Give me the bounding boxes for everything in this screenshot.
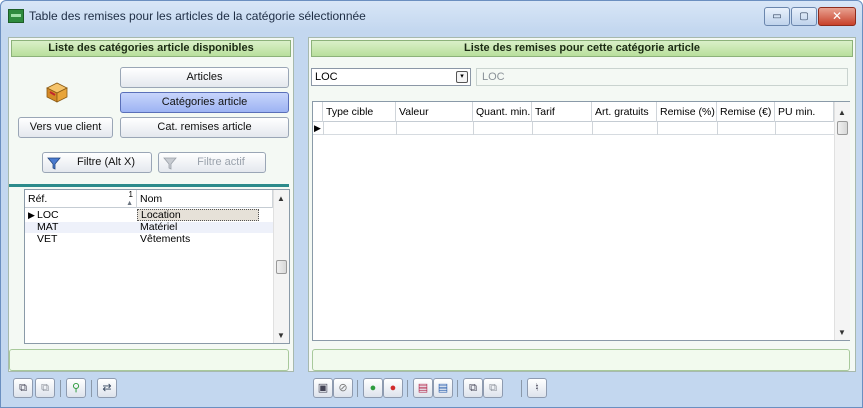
category-readonly-field: LOC [476,68,848,86]
swap-icon[interactable]: ⇄ [97,378,117,398]
toolbar-separator [407,380,408,397]
window-title: Table des remises pour les articles de l… [29,9,366,23]
cancel-edit-icon[interactable]: ⊘ [333,378,353,398]
filter-button[interactable]: Filtre (Alt X) [42,152,152,173]
scroll-down-icon[interactable]: ▼ [277,331,285,340]
row-indicator-header [313,102,323,122]
filter-funnel-icon [47,157,61,170]
left-status-box [9,349,289,371]
column-header-ref[interactable]: Réf. 1 ▲ [25,190,137,208]
table-row[interactable]: ▶ LOC Location [25,209,273,221]
discount-grid-header: Type cible Valeur Quant. min. Tarif Art.… [313,102,834,122]
app-icon [8,9,24,23]
filtre-actif-label: Filtre actif [197,156,245,168]
filtre-actif-button[interactable]: Filtre actif [158,152,266,173]
filter-active-icon [163,157,177,170]
cell-ref: LOC [37,209,59,221]
close-button[interactable]: ✕ [818,7,856,26]
toolbar-separator [91,380,92,397]
articles-button[interactable]: Articles [120,67,289,88]
add-record-icon[interactable]: ● [363,378,383,398]
category-select[interactable]: LOC ▾ [311,68,471,86]
form-view-icon[interactable]: ▤ [433,378,453,398]
cell-ref: MAT [37,221,59,233]
pin-icon[interactable]: ⚲ [66,378,86,398]
microphone-icon[interactable]: ♮ [527,378,547,398]
right-status-box [312,349,850,371]
cell-ref: VET [37,233,58,245]
scroll-up-icon[interactable]: ▲ [838,108,846,117]
cell-nom: Vêtements [140,233,191,245]
scroll-thumb[interactable] [276,260,287,274]
title-bar[interactable]: Table des remises pour les articles de l… [1,1,862,31]
column-header-pu-min[interactable]: PU min. [775,102,834,122]
left-toolbar: ⧉ ⧉ ⚲ ⇄ [13,378,143,402]
category-select-value: LOC [315,71,338,83]
copy-icon[interactable]: ⧉ [13,378,33,398]
table-row[interactable]: MAT Matériel [25,222,273,233]
scroll-down-icon[interactable]: ▼ [838,328,846,337]
cat-remises-article-button[interactable]: Cat. remises article [120,117,289,138]
save-icon[interactable]: ▣ [313,378,333,398]
scroll-up-icon[interactable]: ▲ [277,194,285,203]
category-grid[interactable]: Réf. 1 ▲ Nom ▶ LOC Location MAT Matériel… [24,189,290,344]
category-list-header: Liste des catégories article disponibles [11,40,291,57]
category-grid-scrollbar[interactable]: ▲ ▼ [273,190,289,343]
toolbar-separator [457,380,458,397]
toolbar-separator [521,380,522,397]
row-pointer-icon: ▶ [314,123,321,133]
delete-record-icon[interactable]: ● [383,378,403,398]
column-header-valeur[interactable]: Valeur [396,102,473,122]
categories-article-button[interactable]: Catégories article [120,92,289,113]
dropdown-arrow-icon[interactable]: ▾ [456,71,468,83]
vers-vue-client-button[interactable]: Vers vue client [18,117,113,138]
table-row[interactable]: VET Vêtements [25,234,273,245]
column-header-remise-eur[interactable]: Remise (€) [717,102,775,122]
filter-button-label: Filtre (Alt X) [76,156,136,168]
table-row[interactable]: ▶ [313,122,834,135]
discount-list-header: Liste des remises pour cette catégorie a… [311,40,853,57]
toolbar-separator [60,380,61,397]
column-header-art-gratuits[interactable]: Art. gratuits [592,102,657,122]
table-view-icon[interactable]: ▤ [413,378,433,398]
panel-separator [9,184,289,187]
column-header-tarif[interactable]: Tarif [532,102,592,122]
copy-icon[interactable]: ⧉ [463,378,483,398]
column-header-remise-pct[interactable]: Remise (%) [657,102,717,122]
column-header-quant-min[interactable]: Quant. min. [473,102,532,122]
discount-grid[interactable]: Type cible Valeur Quant. min. Tarif Art.… [312,101,850,341]
main-window: Table des remises pour les articles de l… [0,0,863,408]
toolbar-separator [357,380,358,397]
paste-icon[interactable]: ⧉ [483,378,503,398]
minimize-button[interactable]: ▭ [764,7,790,26]
column-header-nom[interactable]: Nom [137,190,273,208]
cell-nom-current[interactable]: Location [137,209,259,221]
cell-nom: Matériel [140,221,178,233]
category-grid-header: Réf. 1 ▲ Nom [25,190,273,208]
maximize-button[interactable]: ▢ [791,7,817,26]
scroll-thumb[interactable] [837,121,848,135]
discount-grid-scrollbar[interactable]: ▲ ▼ [834,102,850,340]
column-header-type-cible[interactable]: Type cible [323,102,396,122]
article-box-icon [46,82,68,103]
paste-icon[interactable]: ⧉ [35,378,55,398]
right-toolbar: ▣ ⊘ ● ● ▤ ▤ ⧉ ⧉ [313,378,503,402]
